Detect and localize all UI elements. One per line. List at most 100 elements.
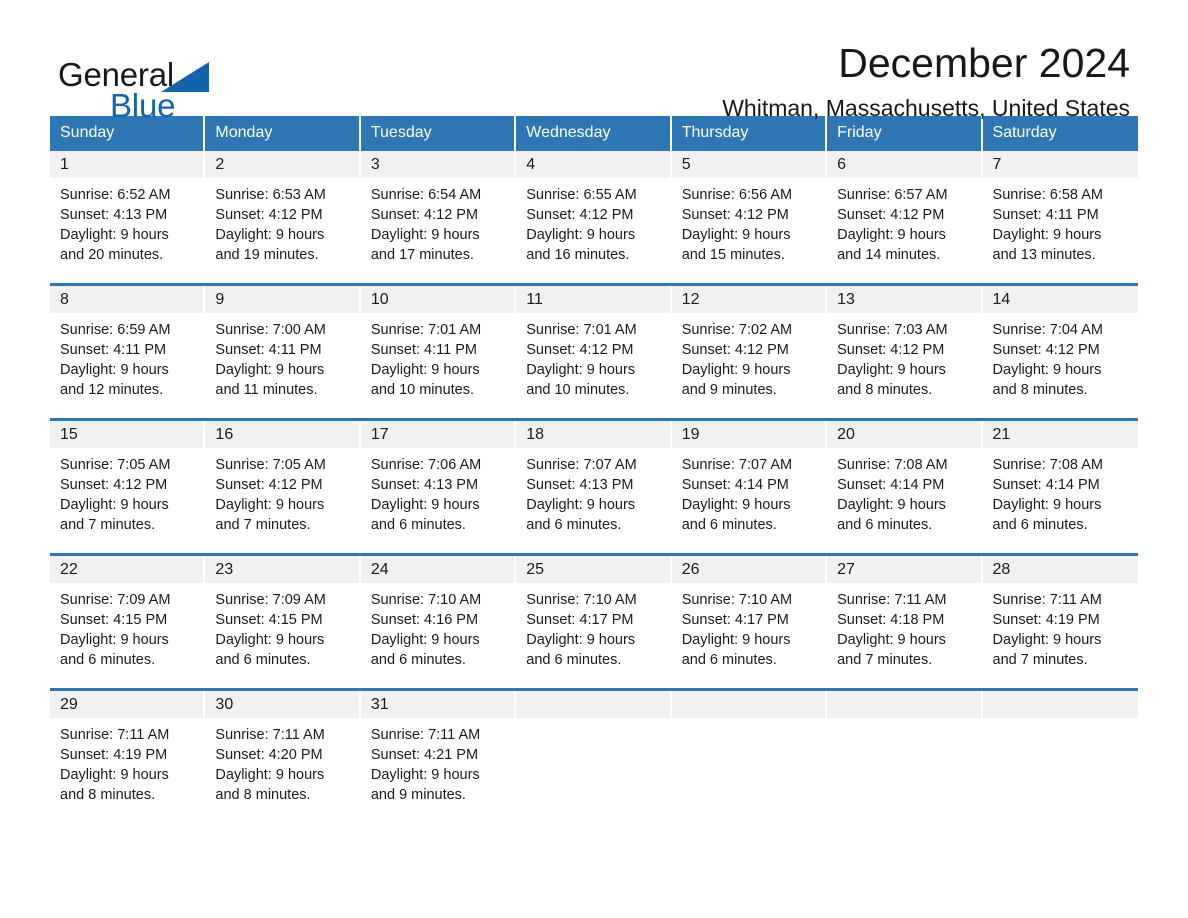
calendar-day-cell[interactable]: 31 Sunrise: 7:11 AM Sunset: 4:21 PM Dayligh… [360,688,517,823]
calendar-day-cell[interactable]: 11 Sunrise: 7:01 AM Sunset: 4:12 PM Dayligh… [516,283,672,418]
calendar-day-cell[interactable]: 12 Sunrise: 7:02 AM Sunset: 4:12 PM Dayligh… [671,283,828,418]
daylight-text-line1: Daylight: 9 hours [215,632,325,648]
calendar-day-cell[interactable]: 2 Sunrise: 6:53 AM Sunset: 4:12 PM Daylight… [205,151,361,283]
calendar-day-cell[interactable]: 9 Sunrise: 7:00 AM Sunset: 4:11 PM Daylight… [205,283,361,418]
sunrise-text: Sunrise: 6:53 AM [215,187,326,203]
day-cell-inner: 1 Sunrise: 6:52 AM Sunset: 4:13 PM Daylight… [50,151,206,283]
daylight-text-line2: and 6 minutes. [526,517,622,533]
daylight-text-line1: Daylight: 9 hours [60,362,169,378]
sunrise-text: Sunrise: 7:07 AM [526,457,637,473]
calendar-week-row: 8 Sunrise: 6:59 AM Sunset: 4:11 PM Daylight… [50,283,1138,418]
calendar-day-cell[interactable]: 25 Sunrise: 7:10 AM Sunset: 4:17 PM Dayligh… [516,553,672,688]
day-cell-inner [671,691,828,823]
sunrise-text: Sunrise: 7:10 AM [526,592,637,608]
calendar-day-cell[interactable]: 16 Sunrise: 7:05 AM Sunset: 4:12 PM Dayligh… [205,418,361,553]
calendar-day-cell[interactable]: 23 Sunrise: 7:09 AM Sunset: 4:15 PM Dayligh… [205,553,361,688]
calendar-day-cell[interactable]: 8 Sunrise: 6:59 AM Sunset: 4:11 PM Daylight… [50,283,206,418]
day-info: Sunrise: 7:00 AM Sunset: 4:11 PM Daylight:… [205,313,360,400]
daylight-text-line2: and 6 minutes. [370,652,466,668]
day-number: 25 [516,556,670,583]
day-number: 16 [205,421,359,448]
daylight-text-line2: and 11 minutes. [215,382,318,398]
daylight-text-line1: Daylight: 9 hours [992,362,1102,378]
day-cell-inner: 8 Sunrise: 6:59 AM Sunset: 4:11 PM Daylight… [50,286,206,418]
calendar-day-cell[interactable]: 26 Sunrise: 7:10 AM Sunset: 4:17 PM Dayligh… [671,553,828,688]
day-info: Sunrise: 6:59 AM Sunset: 4:11 PM Daylight:… [50,313,205,400]
day-number [671,691,826,718]
daylight-text-line1: Daylight: 9 hours [992,227,1102,243]
sunrise-text: Sunrise: 6:52 AM [60,187,171,203]
sunset-text: Sunset: 4:13 PM [370,477,479,493]
sunset-text: Sunset: 4:20 PM [215,747,323,763]
calendar-day-cell[interactable]: 5 Sunrise: 6:56 AM Sunset: 4:12 PM Daylight… [671,151,828,283]
calendar-day-cell[interactable]: 27 Sunrise: 7:11 AM Sunset: 4:18 PM Dayligh… [827,553,983,688]
calendar-day-cell[interactable]: 1 Sunrise: 6:52 AM Sunset: 4:13 PM Daylight… [50,151,206,283]
calendar-day-cell[interactable]: 28 Sunrise: 7:11 AM Sunset: 4:19 PM Dayligh… [982,553,1138,688]
day-number: 22 [50,556,204,583]
calendar-day-cell[interactable]: 13 Sunrise: 7:03 AM Sunset: 4:12 PM Dayligh… [827,283,983,418]
day-number: 27 [827,556,981,583]
calendar-day-cell[interactable]: 10 Sunrise: 7:01 AM Sunset: 4:11 PM Dayligh… [360,283,517,418]
calendar-week-row: 15 Sunrise: 7:05 AM Sunset: 4:12 PM Dayligh… [50,418,1138,553]
sunset-text: Sunset: 4:11 PM [60,342,167,358]
day-number: 7 [982,151,1138,178]
daylight-text-line1: Daylight: 9 hours [370,497,480,513]
day-cell-inner: 4 Sunrise: 6:55 AM Sunset: 4:12 PM Daylight… [516,151,672,283]
calendar-day-cell[interactable]: 15 Sunrise: 7:05 AM Sunset: 4:12 PM Dayligh… [50,418,206,553]
calendar-day-cell[interactable]: 18 Sunrise: 7:07 AM Sunset: 4:13 PM Dayligh… [516,418,672,553]
calendar-day-cell[interactable]: 20 Sunrise: 7:08 AM Sunset: 4:14 PM Dayligh… [827,418,983,553]
calendar-day-cell[interactable]: 29 Sunrise: 7:11 AM Sunset: 4:19 PM Dayligh… [50,688,206,823]
day-cell-inner: 31 Sunrise: 7:11 AM Sunset: 4:21 PM Dayligh… [360,691,517,823]
daylight-text-line2: and 8 minutes. [215,787,311,803]
daylight-text-line1: Daylight: 9 hours [215,362,325,378]
calendar-day-cell[interactable]: 3 Sunrise: 6:54 AM Sunset: 4:12 PM Daylight… [360,151,517,283]
calendar-week-row: 1 Sunrise: 6:52 AM Sunset: 4:13 PM Daylight… [50,151,1138,283]
day-cell-inner: 21 Sunrise: 7:08 AM Sunset: 4:14 PM Dayligh… [982,421,1138,553]
day-info: Sunrise: 7:11 AM Sunset: 4:19 PM Daylight:… [983,583,1138,670]
day-number: 5 [671,151,826,178]
daylight-text-line1: Daylight: 9 hours [215,227,325,243]
sunrise-text: Sunrise: 7:11 AM [215,727,325,743]
daylight-text-line2: and 7 minutes. [215,517,311,533]
calendar-day-cell[interactable]: 6 Sunrise: 6:57 AM Sunset: 4:12 PM Daylight… [827,151,983,283]
day-cell-inner: 28 Sunrise: 7:11 AM Sunset: 4:19 PM Dayligh… [982,556,1138,688]
sunset-text: Sunset: 4:19 PM [60,747,168,763]
logo-text-blue: Blue [110,87,176,124]
daylight-text-line1: Daylight: 9 hours [526,362,636,378]
day-number: 3 [360,151,515,178]
daylight-text-line2: and 16 minutes. [526,247,630,263]
generalblue-logo[interactable]: General Blue [58,48,258,122]
sunrise-text: Sunrise: 6:59 AM [60,322,171,338]
calendar-day-cell[interactable]: 30 Sunrise: 7:11 AM Sunset: 4:20 PM Dayligh… [205,688,361,823]
calendar-day-cell[interactable]: 4 Sunrise: 6:55 AM Sunset: 4:12 PM Daylight… [516,151,672,283]
daylight-text-line1: Daylight: 9 hours [681,227,791,243]
daylight-text-line2: and 10 minutes. [526,382,630,398]
day-cell-inner: 27 Sunrise: 7:11 AM Sunset: 4:18 PM Dayligh… [827,556,983,688]
daylight-text-line1: Daylight: 9 hours [681,362,791,378]
day-info: Sunrise: 7:05 AM Sunset: 4:12 PM Daylight:… [50,448,205,535]
day-info: Sunrise: 7:08 AM Sunset: 4:14 PM Daylight:… [827,448,982,535]
sunset-text: Sunset: 4:13 PM [60,207,168,223]
daylight-text-line1: Daylight: 9 hours [837,227,946,243]
day-cell-inner: 25 Sunrise: 7:10 AM Sunset: 4:17 PM Dayligh… [516,556,672,688]
day-info: Sunrise: 7:08 AM Sunset: 4:14 PM Daylight:… [983,448,1138,535]
day-cell-inner: 13 Sunrise: 7:03 AM Sunset: 4:12 PM Dayligh… [827,286,983,418]
day-number: 18 [516,421,670,448]
calendar-day-cell[interactable]: 14 Sunrise: 7:04 AM Sunset: 4:12 PM Dayligh… [982,283,1138,418]
sunset-text: Sunset: 4:12 PM [681,342,789,358]
calendar-day-cell[interactable]: 7 Sunrise: 6:58 AM Sunset: 4:11 PM Daylight… [982,151,1138,283]
sunset-text: Sunset: 4:15 PM [215,612,323,628]
calendar-day-cell[interactable]: 17 Sunrise: 7:06 AM Sunset: 4:13 PM Dayligh… [360,418,517,553]
daylight-text-line1: Daylight: 9 hours [60,227,169,243]
daylight-text-line1: Daylight: 9 hours [526,497,636,513]
calendar-day-cell[interactable]: 19 Sunrise: 7:07 AM Sunset: 4:14 PM Dayligh… [671,418,828,553]
sunrise-text: Sunrise: 7:05 AM [215,457,326,473]
calendar-day-cell[interactable]: 22 Sunrise: 7:09 AM Sunset: 4:15 PM Dayligh… [50,553,206,688]
calendar-week-row: 22 Sunrise: 7:09 AM Sunset: 4:15 PM Dayligh… [50,553,1138,688]
calendar-day-cell[interactable]: 21 Sunrise: 7:08 AM Sunset: 4:14 PM Dayligh… [982,418,1138,553]
sunset-text: Sunset: 4:14 PM [681,477,789,493]
day-cell-inner: 12 Sunrise: 7:02 AM Sunset: 4:12 PM Dayligh… [671,286,828,418]
calendar-day-cell[interactable]: 24 Sunrise: 7:10 AM Sunset: 4:16 PM Dayligh… [360,553,517,688]
daylight-text-line1: Daylight: 9 hours [681,497,791,513]
sunset-text: Sunset: 4:21 PM [370,747,479,763]
